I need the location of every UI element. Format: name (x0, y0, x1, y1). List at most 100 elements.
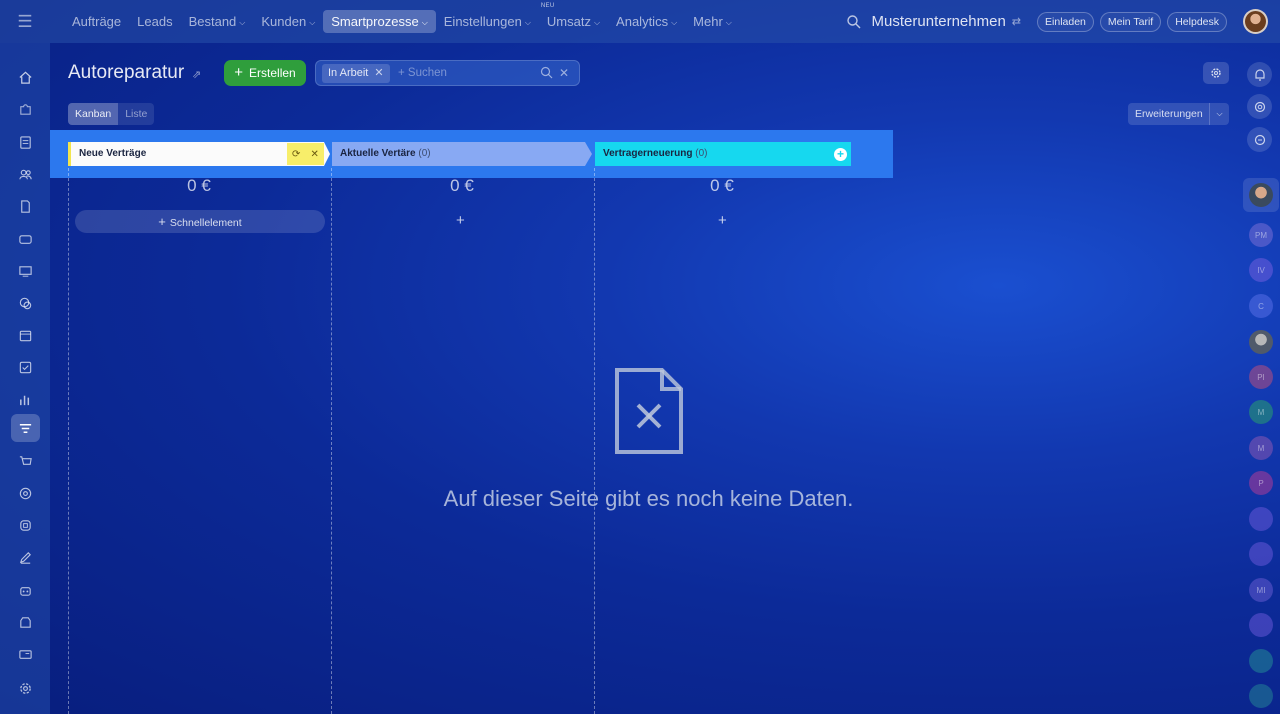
right-sidebar: PM IV C PI M M P MI (1242, 43, 1280, 714)
switch-icon[interactable]: ⇄ (1012, 15, 1021, 28)
clear-icon[interactable]: ✕ (559, 66, 569, 80)
nav-auftraege[interactable]: Aufträge (64, 10, 129, 33)
filter-tag[interactable]: In Arbeit ✕ (322, 64, 390, 83)
chevron-down-icon: ⌵ (239, 18, 246, 27)
view-kanban-button[interactable]: Kanban (68, 103, 119, 125)
invite-button[interactable]: Einladen (1037, 11, 1094, 32)
nav-einstellungen[interactable]: Einstellungen ⌵ (436, 10, 539, 33)
settings-icon[interactable] (11, 674, 40, 702)
document-list-icon[interactable] (11, 128, 40, 156)
quick-add-button[interactable]: + Schnellelement (75, 210, 325, 233)
user-avatar[interactable] (1243, 9, 1268, 34)
contacts-icon[interactable] (11, 160, 40, 188)
company-name[interactable]: Musterunternehmen (872, 13, 1006, 30)
calendar-icon[interactable] (11, 321, 40, 349)
card-icon[interactable] (11, 225, 40, 253)
file-icon[interactable] (11, 192, 40, 220)
chevron-down-icon: ⌵ (725, 18, 732, 27)
id-card-icon[interactable] (11, 640, 40, 668)
puzzle-icon[interactable] (11, 95, 40, 123)
chevron-down-icon: ⌵ (421, 18, 428, 27)
extensions-button[interactable]: Erweiterungen ⌵ (1128, 103, 1229, 125)
stage-name: Aktuelle Vertäre (340, 148, 416, 159)
contact-avatar[interactable]: C (1249, 294, 1273, 318)
chevron-down-icon[interactable]: ⌵ (1209, 103, 1229, 125)
chevron-down-icon: ⌵ (309, 18, 316, 27)
task-chat-icon[interactable] (1249, 649, 1273, 673)
add-item-button[interactable]: + (718, 212, 727, 229)
quick-add-label: Schnellelement (169, 217, 242, 229)
cart-icon[interactable] (11, 447, 40, 475)
new-badge: NEU (540, 3, 555, 9)
analytics-icon[interactable] (11, 385, 40, 413)
color-picker-icon[interactable]: ⟳ (292, 149, 300, 160)
stage-header-renewal[interactable]: Vertragerneuerung (0) (595, 142, 851, 166)
nav-label: Umsatz (546, 14, 591, 29)
close-icon[interactable]: ✕ (311, 149, 319, 160)
lock-icon[interactable] (1249, 684, 1273, 708)
contact-avatar[interactable]: MI (1249, 578, 1273, 602)
nav-mehr[interactable]: Mehr ⌵ (685, 10, 740, 33)
main-nav: Aufträge Leads Bestand ⌵ Kunden ⌵ Smartpro… (64, 0, 740, 43)
messenger-search-icon[interactable] (1247, 127, 1272, 152)
pen-icon[interactable] (11, 543, 40, 571)
board-icon[interactable] (11, 257, 40, 285)
tariff-button[interactable]: Mein Tarif (1099, 11, 1162, 32)
filter-search-bar[interactable]: In Arbeit ✕ + Suchen ✕ (315, 60, 580, 86)
task-check-icon[interactable] (11, 353, 40, 381)
search-icon[interactable] (540, 66, 553, 79)
nav-kunden[interactable]: Kunden ⌵ (253, 10, 323, 33)
gear-icon (1211, 68, 1221, 78)
contact-avatar[interactable]: PM (1249, 223, 1273, 247)
search-icon[interactable] (846, 14, 862, 30)
funnel-icon[interactable] (11, 414, 40, 442)
add-item-button[interactable]: + (456, 212, 465, 229)
stage-count: (0) (695, 148, 708, 159)
search-input[interactable]: + Suchen (398, 67, 447, 79)
robot-icon[interactable] (11, 576, 40, 604)
close-icon[interactable]: ✕ (374, 67, 383, 79)
contact-avatar[interactable]: M (1249, 436, 1273, 460)
settings-button[interactable] (1203, 62, 1229, 84)
nav-label: Smartprozesse (331, 14, 419, 29)
nav-label: Leads (137, 14, 173, 29)
nav-bestand[interactable]: Bestand ⌵ (181, 10, 254, 33)
chevron-down-icon: ⌵ (671, 18, 678, 27)
copilot-icon[interactable] (1247, 94, 1272, 119)
contact-avatar[interactable] (1249, 183, 1273, 207)
stage-header-current[interactable]: Aktuelle Vertäre (0) (332, 142, 592, 166)
empty-state-message: Auf dieser Seite gibt es noch keine Date… (443, 486, 854, 511)
filter-icons: ✕ (540, 66, 569, 80)
create-label: Erstellen (249, 66, 296, 80)
extensions-label: Erweiterungen (1135, 108, 1203, 120)
nav-analytics[interactable]: Analytics ⌵ (608, 10, 685, 33)
store-icon[interactable] (11, 608, 40, 636)
create-button[interactable]: + Erstellen (224, 60, 306, 86)
home-icon[interactable] (11, 63, 40, 91)
helpdesk-button[interactable]: Helpdesk (1167, 11, 1227, 32)
pin-icon[interactable]: ⇗ (192, 68, 201, 81)
nav-leads[interactable]: Leads (129, 10, 180, 33)
bell-icon[interactable] (1247, 62, 1272, 87)
group-chat-icon[interactable] (1249, 613, 1273, 637)
nav-label: Mehr (693, 14, 723, 29)
contact-avatar[interactable] (1249, 330, 1273, 354)
contact-avatar[interactable]: PI (1249, 365, 1273, 389)
top-bar: ☰ Aufträge Leads Bestand ⌵ Kunden ⌵ Smartp… (0, 0, 1280, 43)
nav-smartprozesse[interactable]: Smartprozesse ⌵ (323, 10, 436, 33)
column-divider (331, 168, 332, 714)
nav-label: Aufträge (72, 14, 122, 29)
chat-icon[interactable] (11, 289, 40, 317)
nav-umsatz[interactable]: NEU Umsatz ⌵ (539, 3, 608, 33)
contact-avatar[interactable]: M (1249, 400, 1273, 424)
view-list-button[interactable]: Liste (118, 103, 154, 125)
file-x-icon (615, 368, 683, 454)
stage-sum: 0 € (710, 176, 734, 195)
menu-icon[interactable]: ☰ (0, 0, 50, 43)
support-icon[interactable] (11, 511, 40, 539)
stage-name: Neue Verträge (79, 148, 147, 159)
group-chat-icon[interactable] (1249, 542, 1273, 566)
contact-avatar[interactable]: IV (1249, 258, 1273, 282)
column-divider (594, 168, 595, 714)
add-stage-icon[interactable]: + (834, 148, 847, 161)
